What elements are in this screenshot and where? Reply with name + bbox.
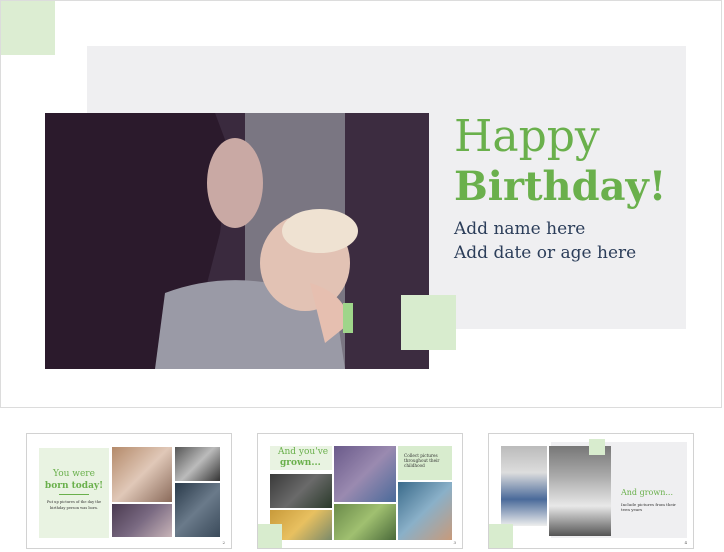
subtitle-name-placeholder[interactable]: Add name here [454,219,585,239]
photo-kid-water[interactable] [398,482,452,540]
thumb-heading: And grown... [621,488,673,497]
hero-photo-illustration [45,113,429,369]
main-slide[interactable]: Happy Birthday! Add name here Add date o… [0,0,722,408]
page-number: 4 [684,540,687,545]
thumb-body-line2: birthday person was born. [50,506,98,510]
slide-thumbnail-3[interactable]: And you've grown... Collect pictures thr… [257,433,463,549]
slide-title-line1[interactable]: Happy [454,113,600,161]
subtitle-date-placeholder[interactable]: Add date or age here [454,243,636,263]
thumb-body: Include pictures from their teen years [621,502,676,512]
photo-ballerina[interactable] [549,446,611,536]
page-number: 3 [453,540,456,545]
slide-title-line2[interactable]: Birthday! [454,163,666,211]
thumb-heading-line1: And you've [278,447,329,457]
photo-baby-hands[interactable] [112,504,172,537]
thumb-heading-line2: grown... [280,458,321,468]
photo-family[interactable] [175,483,220,537]
accent-square-small [589,439,605,455]
page-number: 2 [222,540,225,545]
photo-dark-landscape[interactable] [270,474,332,508]
photo-black-white[interactable] [175,447,220,481]
thumb-heading-line2: born today! [44,481,104,491]
accent-square [258,524,282,548]
corner-accent-square [1,1,55,55]
photo-child-snow[interactable] [501,446,547,526]
thumb-body: Put up pictures of the day the [46,500,102,504]
hero-photo-mother-and-baby[interactable] [45,113,429,369]
photo-kid-grass[interactable] [334,504,396,540]
photo-kids-field[interactable] [334,446,396,502]
divider [59,494,89,495]
accent-square [401,295,456,350]
slide-thumbnail-4[interactable]: And grown... Include pictures from their… [488,433,694,549]
photo-baby-on-bed[interactable] [112,447,172,502]
accent-square [489,524,513,548]
text-panel [39,448,109,538]
slide-thumbnail-2[interactable]: You were born today! Put up pictures of … [26,433,232,549]
thumb-heading-line1: You were [53,469,95,479]
thumb-caption: Collect pictures throughout their childh… [404,453,440,468]
